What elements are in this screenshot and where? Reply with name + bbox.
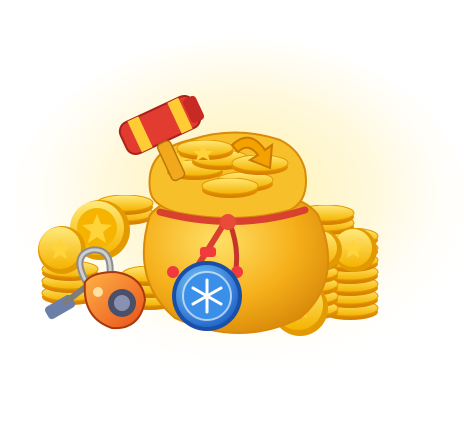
- reward-bundle-art: [0, 0, 464, 432]
- reward-illustration: [10, 40, 464, 380]
